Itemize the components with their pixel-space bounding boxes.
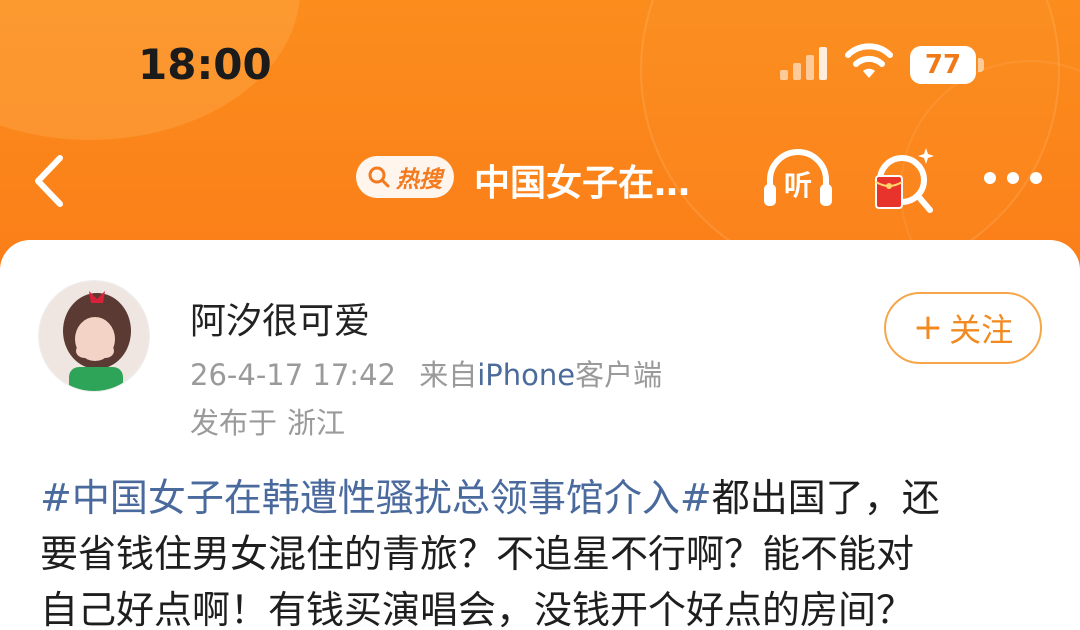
search-icon	[368, 166, 390, 188]
nav-bar: 热搜 中国女子在… 听	[0, 130, 1080, 230]
topic-link[interactable]: #中国女子在韩遭性骚扰总领事馆介入#	[40, 476, 712, 520]
post-meta: 26-4-17 17:42 来自iPhone客户端	[190, 352, 662, 394]
wifi-icon	[845, 43, 893, 78]
hot-search-label: 热搜	[396, 167, 442, 193]
hot-search-pill[interactable]: 热搜	[356, 156, 454, 198]
plus-icon: +	[912, 307, 944, 348]
battery-level: 77	[924, 50, 962, 80]
post-body-line-1: 都出国了，还	[711, 476, 940, 520]
post-card: 阿汐很可爱 26-4-17 17:42 来自iPhone客户端 发布于 浙江 + …	[0, 240, 1080, 630]
author-name[interactable]: 阿汐很可爱	[190, 292, 370, 344]
signal-icon	[780, 47, 827, 80]
hongbao-search-icon[interactable]	[868, 142, 940, 218]
post-body: #中国女子在韩遭性骚扰总领事馆介入#都出国了，还 要省钱住男女混住的青旅？不追星…	[40, 470, 1050, 630]
status-bar: 18:00 77	[0, 0, 1080, 130]
battery-icon: 77	[910, 46, 986, 84]
status-time: 18:00	[138, 40, 272, 89]
back-icon[interactable]	[26, 148, 72, 214]
follow-button[interactable]: + 关注	[884, 292, 1042, 364]
source-client: 客户端	[575, 358, 663, 392]
source-prefix: 来自	[419, 358, 478, 392]
post-time: 26-4-17 17:42	[190, 358, 396, 392]
page-title: 中国女子在…	[474, 163, 691, 204]
location-prefix: 发布于	[190, 406, 278, 440]
avatar[interactable]	[38, 280, 150, 392]
post-location: 发布于 浙江	[190, 400, 345, 442]
listen-label: 听	[783, 169, 812, 202]
post-body-line-3: 自己好点啊！有钱买演唱会，没钱开个好点的房间？	[40, 588, 915, 630]
follow-label: 关注	[949, 311, 1014, 349]
location-value: 浙江	[287, 406, 346, 440]
more-icon[interactable]	[982, 168, 1044, 188]
post-body-line-2: 要省钱住男女混住的青旅？不追星不行啊？能不能对	[40, 532, 915, 576]
source-device: iPhone	[477, 358, 576, 392]
